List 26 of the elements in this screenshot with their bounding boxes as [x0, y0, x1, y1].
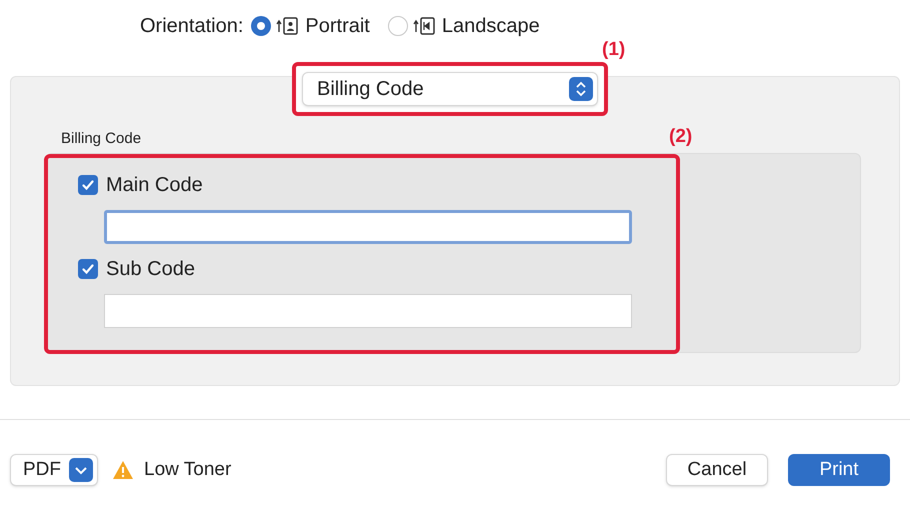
checkbox[interactable] — [78, 258, 98, 278]
checkbox-label: Main Code — [106, 172, 203, 198]
print-button[interactable]: Print — [788, 454, 890, 486]
callout-number: (1) — [602, 38, 626, 62]
code-input-field[interactable] — [104, 294, 632, 328]
cancel-button[interactable]: Cancel — [666, 454, 768, 486]
orientation-option-label: Portrait — [305, 14, 370, 39]
radio-button[interactable] — [388, 16, 408, 36]
billing-code-popup[interactable]: Billing Code — [302, 72, 598, 106]
code-input-field[interactable] — [104, 210, 632, 244]
landscape-orientation-icon — [412, 16, 437, 36]
orientation-option-label: Landscape — [442, 14, 540, 39]
callout-number: (2) — [669, 125, 692, 149]
checkbox-label: Sub Code — [106, 256, 195, 282]
warning-icon — [112, 460, 134, 480]
warning-message: Low Toner — [144, 458, 232, 482]
portrait-orientation-icon — [276, 16, 300, 36]
pdf-menu-button[interactable]: PDF — [10, 454, 98, 486]
group-title: Billing Code — [61, 129, 142, 149]
orientation-label: Orientation: — [140, 14, 244, 39]
radio-button[interactable] — [251, 16, 272, 36]
checkmark-icon — [81, 178, 95, 192]
chevron-down-icon — [69, 458, 93, 482]
stepper-icon — [569, 77, 593, 101]
checkbox[interactable] — [78, 174, 98, 194]
checkmark-icon — [81, 262, 95, 276]
